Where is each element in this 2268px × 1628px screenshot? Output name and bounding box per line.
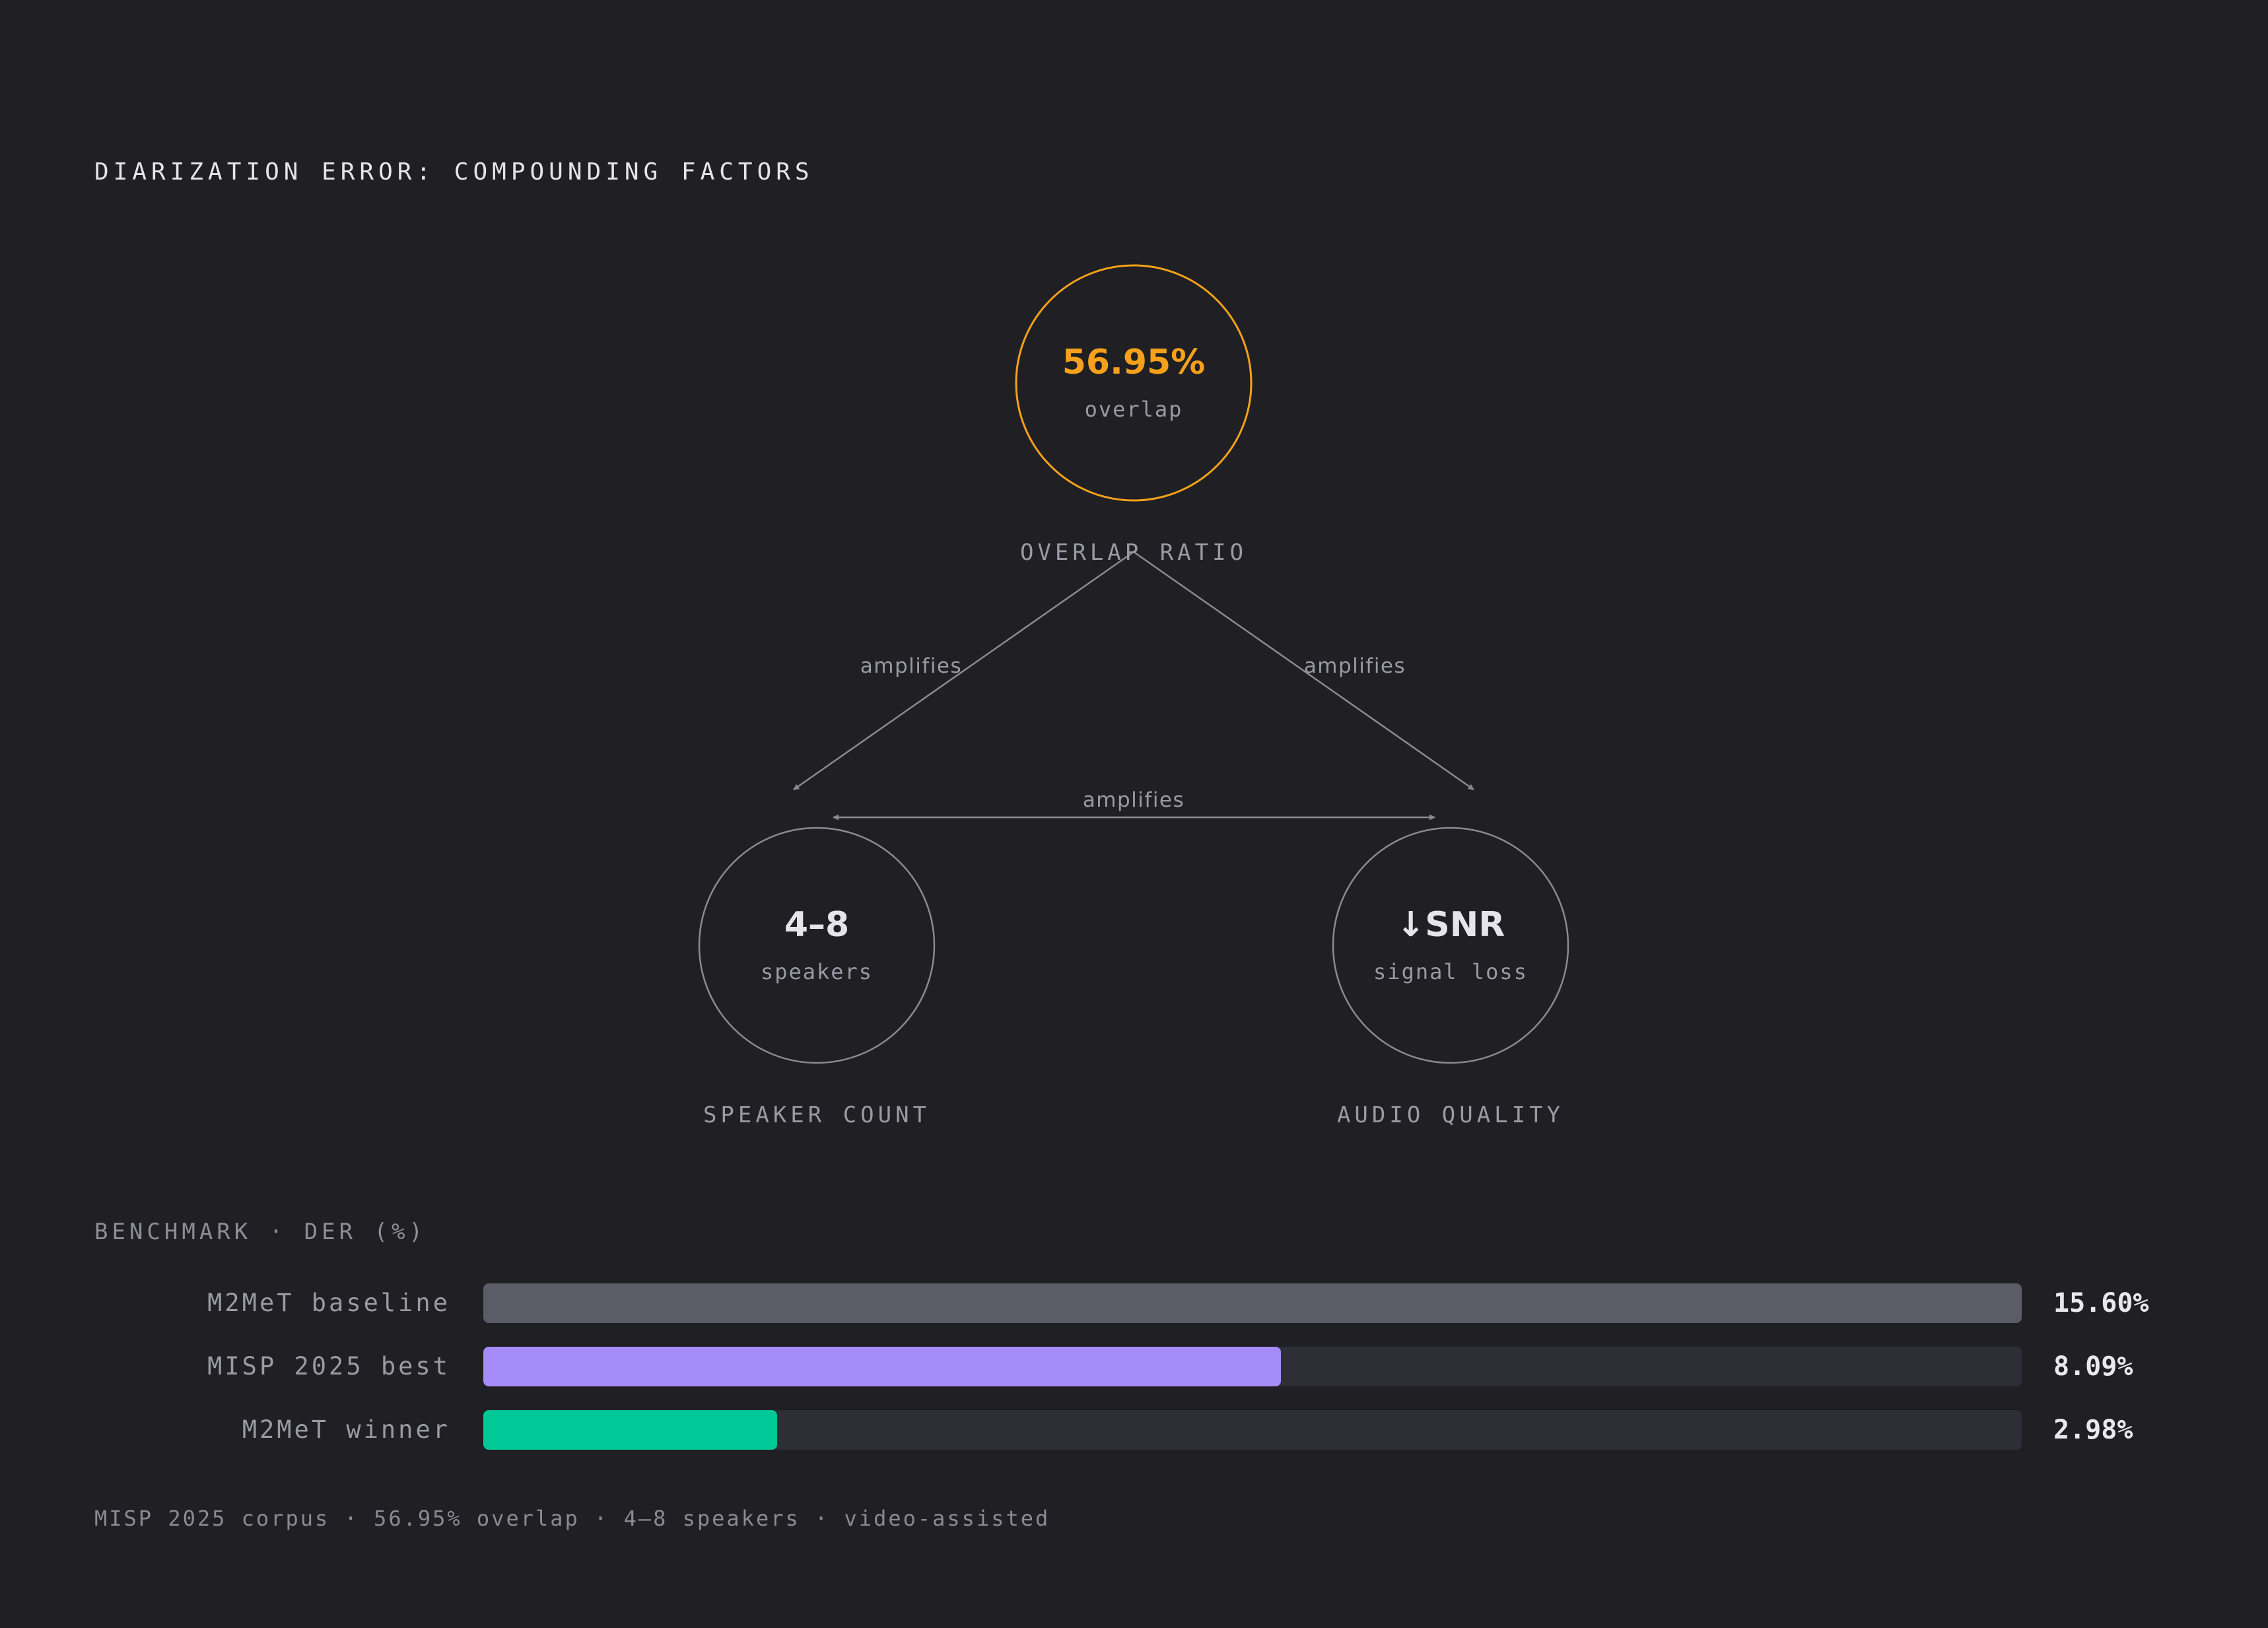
node-speakers-value: 4–8 (784, 905, 849, 945)
benchmark-row-name: M2MeT winner (242, 1415, 450, 1444)
edge-label-overlap-audio: amplifies (1304, 654, 1406, 678)
node-speaker-count: 4–8 speakers SPEAKER COUNT (698, 827, 936, 1128)
benchmark-row-value: 8.09% (2053, 1351, 2133, 1382)
benchmark-bar-track (483, 1283, 2022, 1323)
benchmark-row-value: 15.60% (2053, 1288, 2149, 1318)
benchmark-bar-fill (483, 1347, 1282, 1386)
edge-overlap-to-audio: amplifies (1133, 551, 1474, 791)
node-audio-sub: signal loss (1373, 959, 1528, 984)
benchmark-bar-fill (483, 1283, 2022, 1323)
node-speakers-circle (698, 827, 936, 1064)
edge-label-overlap-speakers: amplifies (860, 654, 962, 678)
edge-label-speakers-audio: amplifies (1083, 788, 1185, 812)
compounding-factors-diagram: amplifies amplifies amplifies 56.95% ove… (698, 264, 1569, 1128)
footer-caption: MISP 2025 corpus · 56.95% overlap · 4–8 … (94, 1506, 1050, 1531)
benchmark-bar-track (483, 1347, 2022, 1386)
node-audio-value: ↓SNR (1396, 905, 1505, 945)
node-overlap-sub: overlap (1085, 397, 1183, 422)
edge-speakers-to-audio: amplifies (833, 788, 1435, 821)
benchmark-title: BENCHMARK · DER (%) (94, 1219, 427, 1245)
edge-overlap-to-speakers: amplifies (793, 551, 1134, 791)
node-overlap-ratio: 56.95% overlap OVERLAP RATIO (1015, 264, 1253, 566)
node-audio-label: AUDIO QUALITY (1337, 1102, 1564, 1128)
benchmark-row: M2MeT baseline 15.60% (0, 1283, 2268, 1323)
benchmark-row-value: 2.98% (2053, 1415, 2133, 1445)
node-speakers-label: SPEAKER COUNT (703, 1102, 930, 1128)
node-overlap-value: 56.95% (1062, 343, 1206, 382)
benchmark-bar-track (483, 1410, 2022, 1450)
node-audio-quality: ↓SNR signal loss AUDIO QUALITY (1332, 827, 1569, 1128)
node-overlap-label: OVERLAP RATIO (1020, 539, 1247, 566)
benchmark-bar-fill (483, 1410, 778, 1450)
benchmark-row-name: MISP 2025 best (207, 1352, 450, 1380)
benchmark-row: MISP 2025 best 8.09% (0, 1347, 2268, 1386)
benchmark-row-name: M2MeT baseline (207, 1289, 450, 1317)
node-overlap-circle (1015, 264, 1253, 502)
benchmark-row: M2MeT winner 2.98% (0, 1410, 2268, 1450)
node-speakers-sub: speakers (761, 959, 873, 984)
node-audio-circle (1332, 827, 1569, 1064)
